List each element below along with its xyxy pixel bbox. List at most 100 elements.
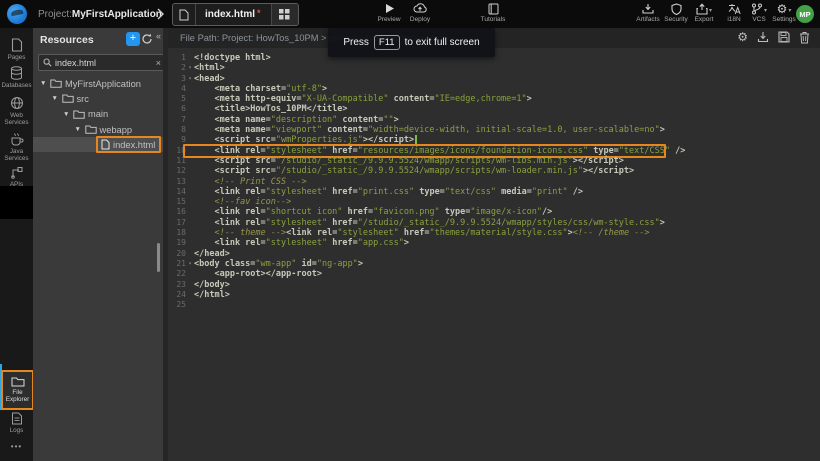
- tree-node-myfirstapplication[interactable]: ▼MyFirstApplication: [33, 76, 163, 91]
- code-line[interactable]: 2▾<html>: [168, 63, 820, 73]
- api-nodes-icon: [10, 166, 23, 179]
- sidebar-item-web-services[interactable]: Web Services: [0, 96, 33, 126]
- git-branch-icon: ▾: [751, 2, 767, 15]
- tree-node-index-html[interactable]: index.html: [33, 137, 163, 152]
- tree-expand-caret-icon[interactable]: ▼: [75, 126, 82, 133]
- project-name: MyFirstApplication: [72, 9, 162, 20]
- clear-search-icon[interactable]: ×: [156, 58, 161, 68]
- line-number: 17: [168, 218, 186, 228]
- sidebar-item-file-explorer[interactable]: File Explorer: [1, 370, 34, 410]
- tree-node-main[interactable]: ▼main: [33, 107, 163, 122]
- line-number: 23: [168, 280, 186, 290]
- tab-label: index.html *: [196, 4, 271, 25]
- tree-node-label: index.html: [113, 140, 155, 150]
- sidebar-item-logs[interactable]: Logs: [0, 412, 33, 434]
- open-file-tab[interactable]: index.html *: [172, 3, 299, 26]
- line-number: 11: [168, 156, 186, 166]
- code-line[interactable]: 25: [168, 300, 820, 310]
- editor-settings-gear-icon[interactable]: ⚙: [737, 30, 748, 44]
- code-line[interactable]: 14 <link rel="stylesheet" href="print.cs…: [168, 187, 820, 197]
- line-number: 9: [168, 135, 186, 145]
- code-line[interactable]: 15 <!--fav icon-->: [168, 197, 820, 207]
- sidebar-more-button[interactable]: •••: [0, 442, 33, 451]
- code-line[interactable]: 9 <script src="wmProperties.js"></script…: [168, 135, 820, 145]
- fold-marker-icon[interactable]: ▾: [186, 63, 194, 73]
- code-line[interactable]: 18 <!-- theme --><link rel="stylesheet" …: [168, 228, 820, 238]
- refresh-icon[interactable]: [141, 33, 153, 45]
- fold-marker-icon[interactable]: ▾: [186, 259, 194, 269]
- code-line[interactable]: 24</html>: [168, 290, 820, 300]
- preview-label: Preview: [377, 16, 400, 23]
- tooltip-text: Press: [343, 37, 369, 48]
- code-line[interactable]: 10 <link rel="stylesheet" href="resource…: [168, 146, 820, 156]
- sidebar-item-apis[interactable]: APIs: [0, 166, 33, 188]
- resources-header: Resources +: [33, 28, 163, 52]
- tree-expand-caret-icon[interactable]: ▼: [52, 95, 59, 102]
- sidebar-item-label: Logs: [1, 427, 32, 434]
- code-line[interactable]: 21▾<body class="wm-app" id="ng-app">: [168, 259, 820, 269]
- file-icon: [101, 139, 110, 150]
- add-resource-button[interactable]: +: [126, 32, 140, 46]
- tab-grid-icon[interactable]: [271, 4, 298, 25]
- sidebar-item-java-services[interactable]: Java Services: [0, 132, 33, 162]
- f11-keycap: F11: [374, 35, 400, 50]
- code-line[interactable]: 16 <link rel="shortcut icon" href="favic…: [168, 207, 820, 217]
- fullscreen-tooltip: Press F11 to exit full screen: [328, 28, 495, 57]
- code-content[interactable]: 1<!doctype html>2▾<html>3▾<head>4 <meta …: [168, 48, 820, 310]
- code-line[interactable]: 4 <meta charset="utf-8">: [168, 84, 820, 94]
- line-number: 15: [168, 197, 186, 207]
- file-icon: [173, 4, 196, 25]
- search-input[interactable]: [55, 58, 153, 68]
- tutorials-button[interactable]: Tutorials: [475, 2, 511, 23]
- code-line[interactable]: 7 <meta name="description" content="">: [168, 115, 820, 125]
- trash-icon[interactable]: [799, 30, 810, 44]
- code-line[interactable]: 8 <meta name="viewport" content="width=d…: [168, 125, 820, 135]
- deploy-button[interactable]: Deploy: [402, 2, 438, 23]
- tree-expand-caret-icon[interactable]: ▼: [63, 111, 70, 118]
- code-line[interactable]: 19 <link rel="stylesheet" href="app.css"…: [168, 238, 820, 248]
- code-line[interactable]: 5 <meta http-equiv="X-UA-Compatible" con…: [168, 94, 820, 104]
- top-bar: Project: MyFirstApplication index.html *: [0, 0, 820, 28]
- resources-search-box: ×: [38, 54, 166, 71]
- tree-node-webapp[interactable]: ▼webapp: [33, 122, 163, 137]
- user-avatar[interactable]: MP: [796, 5, 814, 23]
- collapse-panel-icon[interactable]: «: [156, 31, 161, 41]
- line-number: 3: [168, 74, 186, 84]
- code-line[interactable]: 6 <title>HowTos_10PM</title>: [168, 104, 820, 114]
- resources-file-tree: ▼MyFirstApplication▼src▼main▼webapp index…: [33, 76, 163, 152]
- code-line[interactable]: 3▾<head>: [168, 74, 820, 84]
- export-icon: ▾: [696, 2, 712, 15]
- code-line[interactable]: 22 <app-root></app-root>: [168, 269, 820, 279]
- unsaved-marker: *: [257, 8, 261, 18]
- code-line[interactable]: 20</head>: [168, 249, 820, 259]
- sidebar-item-databases[interactable]: Databases: [0, 66, 33, 89]
- save-icon[interactable]: [778, 30, 790, 44]
- folder-icon: [85, 125, 97, 134]
- wavemaker-studio-window: Project: MyFirstApplication index.html *: [0, 0, 820, 461]
- resources-scrollbar[interactable]: [157, 243, 160, 272]
- editor-download-icon[interactable]: [757, 30, 769, 44]
- chevron-down-icon: ▾: [709, 7, 712, 14]
- editor-toolbar: ⚙: [737, 30, 810, 44]
- chevron-right-icon: [156, 7, 165, 21]
- line-number: 24: [168, 290, 186, 300]
- text-cursor: [415, 135, 417, 144]
- line-number: 20: [168, 249, 186, 259]
- i18n-label: i18N: [727, 16, 740, 23]
- sidebar-item-label: Databases: [1, 82, 32, 89]
- code-line[interactable]: 13 <!-- Print CSS -->: [168, 177, 820, 187]
- tree-expand-caret-icon[interactable]: ▼: [40, 80, 47, 87]
- gear-icon: ⚙▾: [777, 2, 792, 15]
- code-line[interactable]: 12 <script src="/studio/_static_/9.9.9.5…: [168, 166, 820, 176]
- line-number: 25: [168, 300, 186, 310]
- code-line[interactable]: 23</body>: [168, 280, 820, 290]
- security-label: Security: [664, 16, 687, 23]
- tutorials-label: Tutorials: [481, 16, 506, 23]
- sidebar-item-pages[interactable]: Pages: [0, 38, 33, 61]
- vcs-label: VCS: [752, 16, 765, 23]
- code-line[interactable]: 17 <link rel="stylesheet" href="/studio/…: [168, 218, 820, 228]
- wavemaker-logo[interactable]: [7, 4, 27, 24]
- fold-marker-icon[interactable]: ▾: [186, 74, 194, 84]
- tree-node-src[interactable]: ▼src: [33, 91, 163, 106]
- code-line[interactable]: 11 <script src="/studio/_static_/9.9.9.5…: [168, 156, 820, 166]
